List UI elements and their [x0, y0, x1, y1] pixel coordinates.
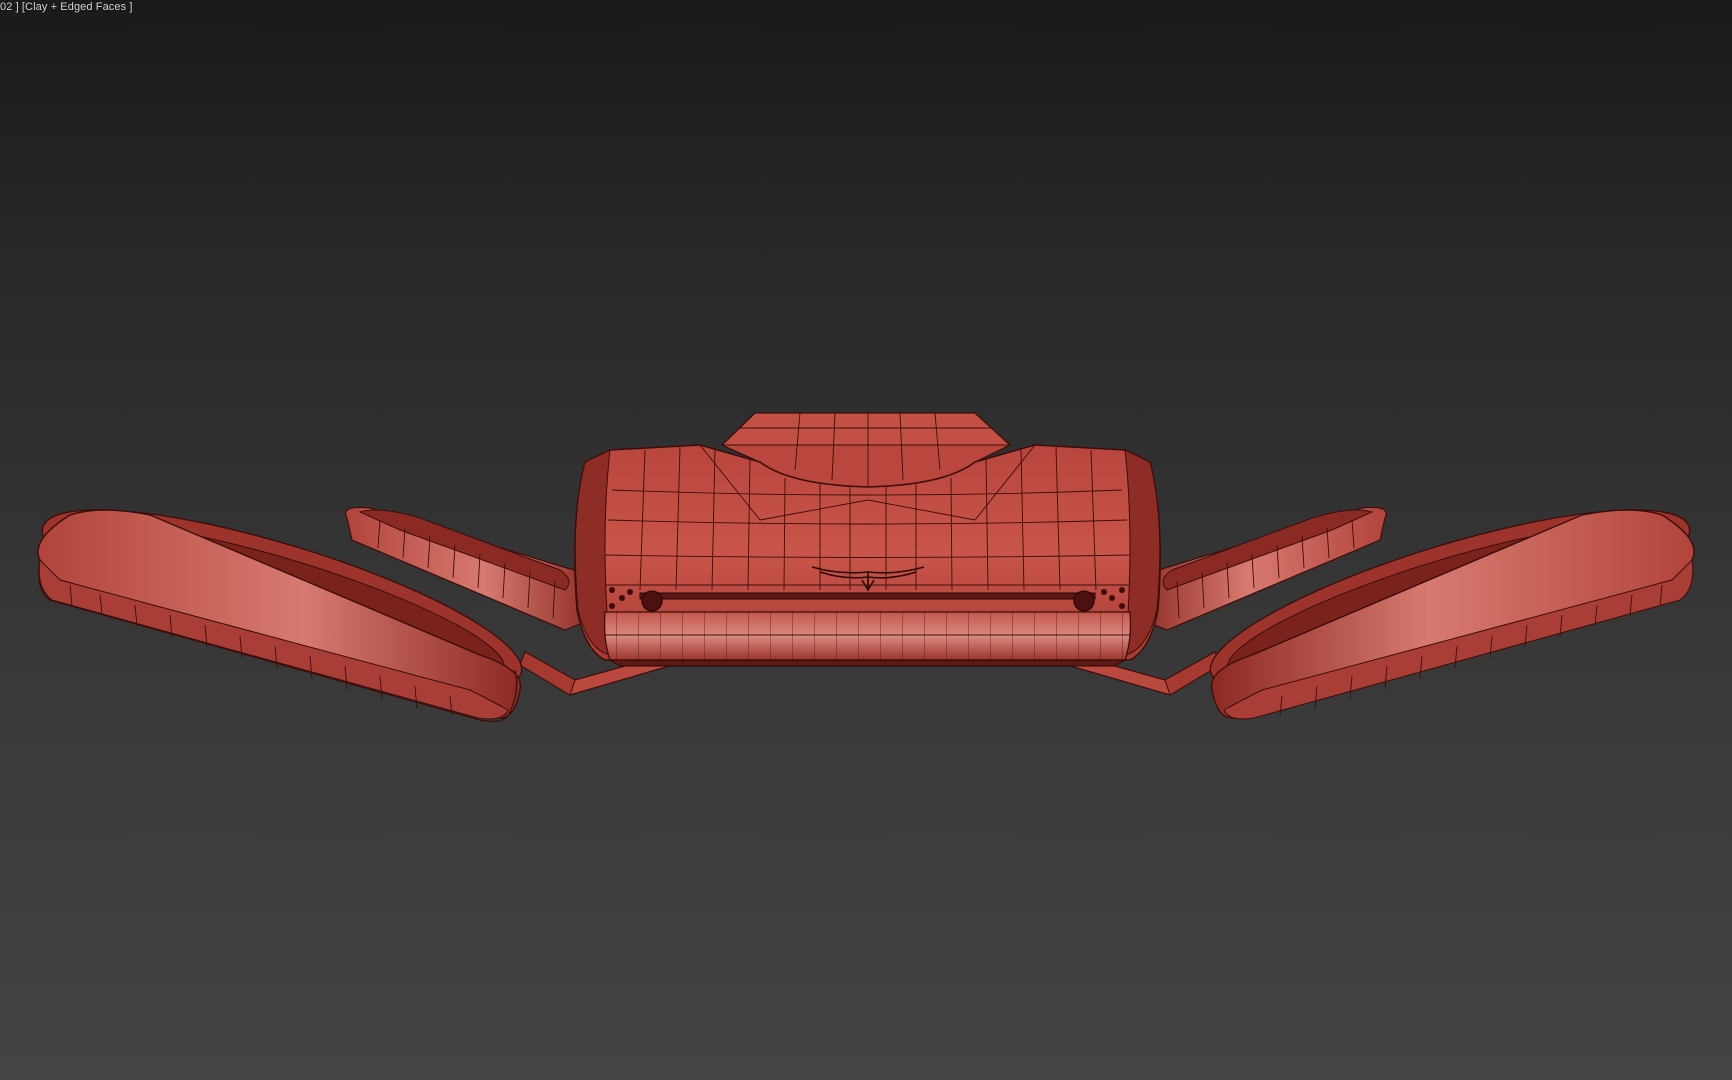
rotor-front-left [37, 509, 523, 723]
rotor-front-right [1209, 509, 1695, 720]
vehicle-body [574, 412, 1161, 667]
viewport-scene [37, 412, 1695, 723]
3d-viewport[interactable]: 02 ] [Clay + Edged Faces ] [0, 0, 1732, 1080]
